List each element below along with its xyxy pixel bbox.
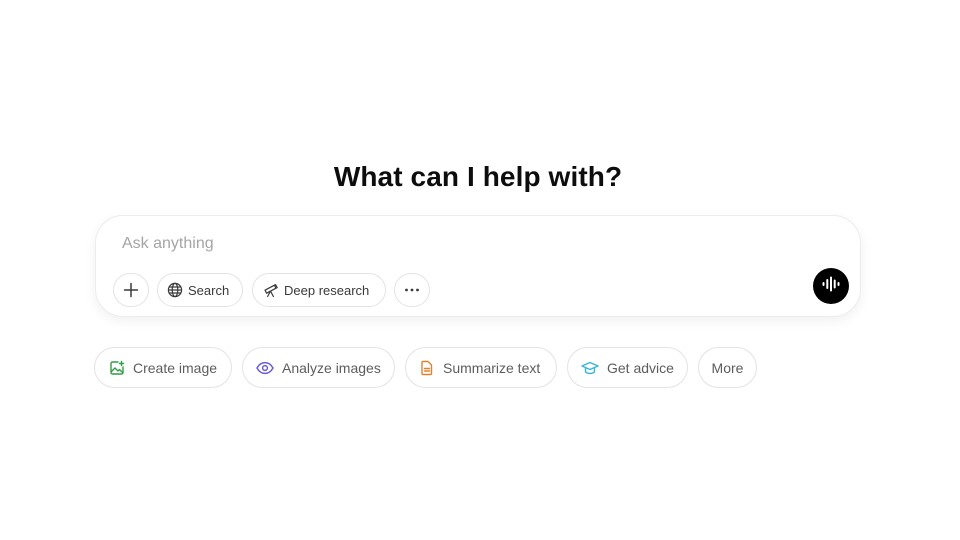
- prompt-composer: Search Deep research: [95, 215, 861, 317]
- create-image-label: Create image: [133, 359, 218, 376]
- page-title: What can I help with?: [333, 161, 623, 192]
- image-icon: [109, 360, 125, 376]
- telescope-icon: [263, 282, 279, 298]
- create-image-button[interactable]: Create image: [94, 347, 232, 388]
- plus-icon: [123, 282, 139, 298]
- get-advice-button[interactable]: Get advice: [567, 347, 688, 388]
- analyze-images-button[interactable]: Analyze images: [242, 347, 395, 388]
- analyze-images-label: Analyze images: [282, 359, 381, 376]
- deep-research-button-label: Deep research: [284, 282, 370, 298]
- graduation-cap-icon: [581, 360, 599, 376]
- summarize-text-label: Summarize text: [443, 359, 541, 376]
- globe-icon: [167, 282, 183, 298]
- prompt-input[interactable]: [122, 232, 802, 256]
- suggestion-row: Create image Analyze images Summarize te…: [0, 347, 960, 388]
- more-suggestions-button[interactable]: More: [698, 347, 757, 388]
- more-suggestions-label: More: [711, 359, 744, 376]
- ellipsis-icon: [404, 288, 420, 292]
- eye-icon: [256, 360, 274, 376]
- add-attachment-button[interactable]: [113, 273, 149, 307]
- document-icon: [419, 360, 435, 376]
- get-advice-label: Get advice: [607, 359, 674, 376]
- deep-research-button[interactable]: Deep research: [252, 273, 386, 307]
- search-button-label: Search: [188, 282, 230, 298]
- voice-waveform-icon: [822, 276, 840, 297]
- search-button[interactable]: Search: [157, 273, 243, 307]
- more-tools-button[interactable]: [394, 273, 430, 307]
- voice-mode-button[interactable]: [813, 268, 849, 304]
- summarize-text-button[interactable]: Summarize text: [405, 347, 557, 388]
